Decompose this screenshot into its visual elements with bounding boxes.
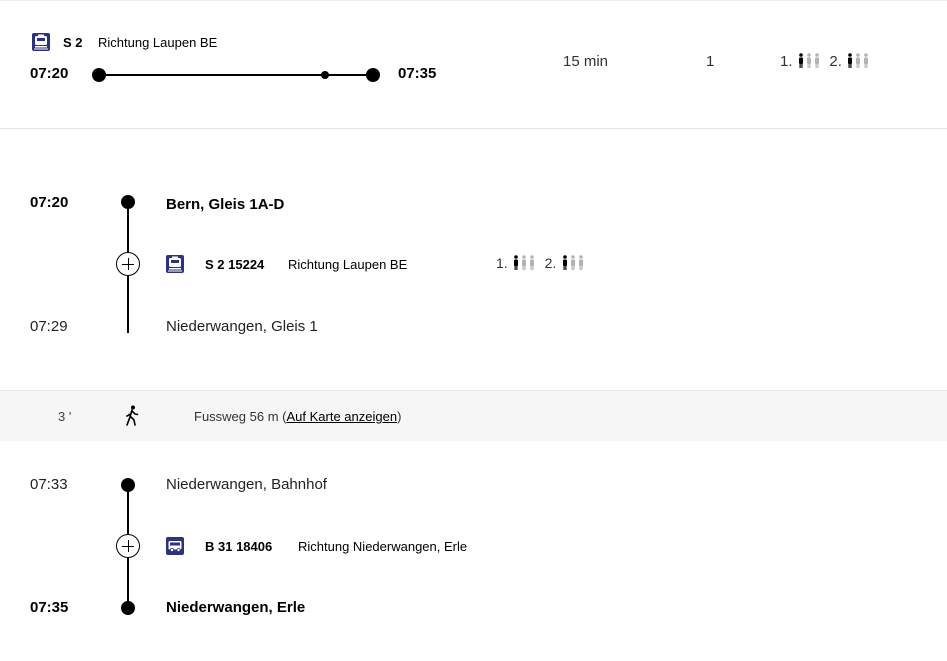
bus-icon: [166, 537, 184, 555]
class1-label: 1.: [780, 53, 793, 70]
walk-info: Fussweg 56 m (Auf Karte anzeigen): [194, 409, 401, 424]
summary-duration: 15 min: [563, 53, 609, 70]
occupancy-icon: [512, 255, 536, 270]
leg1-to-stop: Niederwangen, Gleis 1: [166, 318, 318, 335]
summary-line: S 2: [63, 35, 83, 50]
walk-section: 3 ' Fussweg 56 m (Auf Karte anzeigen): [0, 390, 947, 441]
train-icon: [166, 255, 184, 273]
walk-text: Fussweg 56 m (: [194, 409, 287, 424]
leg-train: 07:20 Bern, Gleis 1A-D S 2 15224 Richtun…: [0, 180, 947, 340]
leg1-from-stop: Bern, Gleis 1A-D: [166, 196, 285, 213]
leg1-occupancy: 1. 2.: [496, 255, 585, 273]
leg-bus: 07:33 Niederwangen, Bahnhof B 31 18406 R…: [0, 470, 947, 630]
summary-direction: Richtung Laupen BE: [98, 35, 218, 50]
class1-label: 1.: [496, 255, 508, 271]
occupancy-icon: [797, 53, 821, 68]
leg2-dep-time: 07:33: [30, 476, 68, 493]
leg2-from-stop: Niederwangen, Bahnhof: [166, 476, 327, 493]
expand-stops-icon[interactable]: [116, 252, 140, 276]
leg2-to-stop: Niederwangen, Erle: [166, 599, 306, 616]
leg2-direction: Richtung Niederwangen, Erle: [298, 539, 468, 554]
leg2-arr-time: 07:35: [30, 599, 69, 616]
leg1-line: S 2 15224: [205, 257, 265, 272]
summary-dep-time: 07:20: [30, 65, 69, 82]
leg1-direction: Richtung Laupen BE: [288, 257, 408, 272]
walk-minutes: 3 ': [58, 409, 72, 424]
arrival-dot: [366, 68, 380, 82]
occupancy-icon: [846, 53, 870, 68]
show-on-map-link[interactable]: Auf Karte anzeigen: [286, 409, 397, 424]
summary-arr-time: 07:35: [398, 65, 437, 82]
summary-changes: 1: [706, 53, 715, 70]
leg2-line: B 31 18406: [205, 539, 273, 554]
leg1-arr-time: 07:29: [30, 318, 68, 335]
route-line: [100, 74, 372, 76]
class2-label: 2.: [544, 255, 557, 271]
train-icon: [32, 33, 50, 51]
leg1-dep-time: 07:20: [30, 194, 69, 211]
class2-label: 2.: [829, 53, 842, 70]
change-dot: [321, 71, 329, 79]
walk-text-end: ): [397, 409, 402, 424]
connection-summary[interactable]: S 2 Richtung Laupen BE 07:20 07:35 15 mi…: [0, 0, 947, 129]
summary-occupancy: 1. 2.: [780, 53, 870, 71]
stop-dot: [121, 601, 135, 615]
occupancy-icon: [561, 255, 585, 270]
walk-icon: [124, 405, 140, 432]
expand-stops-icon[interactable]: [116, 534, 140, 558]
